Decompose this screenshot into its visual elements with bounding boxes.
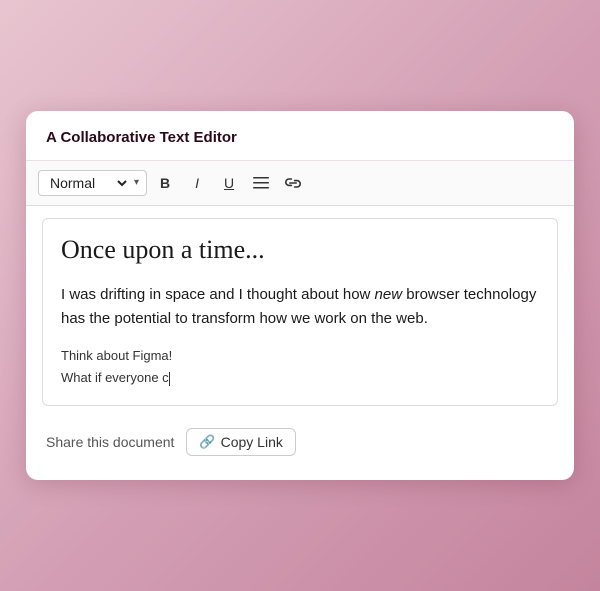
bold-button[interactable]: B bbox=[151, 169, 179, 197]
link-icon bbox=[285, 176, 301, 190]
editor-small-text: Think about Figma! What if everyone c bbox=[61, 345, 539, 389]
copy-link-label: Copy Link bbox=[221, 434, 283, 450]
share-label: Share this document bbox=[46, 434, 174, 450]
editor-content-area[interactable]: Once upon a time... I was drifting in sp… bbox=[42, 218, 558, 406]
underline-button[interactable]: U bbox=[215, 169, 243, 197]
share-section: Share this document 🔗 Copy Link bbox=[26, 418, 574, 456]
list-icon bbox=[253, 176, 269, 190]
link-button[interactable] bbox=[279, 169, 307, 197]
editor-line-1: Think about Figma! bbox=[61, 345, 539, 367]
app-window: A Collaborative Text Editor Normal Headi… bbox=[26, 111, 574, 480]
formatting-toolbar: Normal Heading 1 Heading 2 Heading 3 ▾ B… bbox=[26, 161, 574, 206]
paragraph-text-before-italic: I was drifting in space and I thought ab… bbox=[61, 286, 375, 303]
format-select[interactable]: Normal Heading 1 Heading 2 Heading 3 bbox=[46, 174, 130, 192]
editor-line-2: What if everyone c bbox=[61, 367, 539, 389]
copy-link-button[interactable]: 🔗 Copy Link bbox=[186, 428, 295, 456]
chevron-down-icon: ▾ bbox=[134, 177, 139, 188]
text-cursor bbox=[169, 372, 170, 386]
italic-word: new bbox=[375, 286, 403, 303]
window-title: A Collaborative Text Editor bbox=[26, 111, 574, 161]
editor-paragraph: I was drifting in space and I thought ab… bbox=[61, 283, 539, 331]
italic-button[interactable]: I bbox=[183, 169, 211, 197]
editor-heading: Once upon a time... bbox=[61, 235, 539, 265]
list-button[interactable] bbox=[247, 169, 275, 197]
copy-link-icon: 🔗 bbox=[199, 434, 215, 450]
format-select-wrapper[interactable]: Normal Heading 1 Heading 2 Heading 3 ▾ bbox=[38, 170, 147, 196]
